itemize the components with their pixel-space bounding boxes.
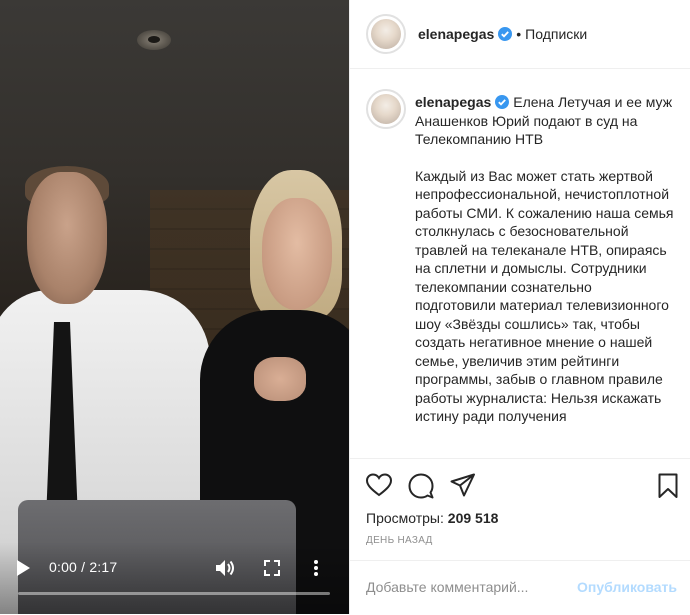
comment-button[interactable] (408, 473, 436, 501)
caption-body: Каждый из Вас может стать жертвой непроф… (415, 167, 674, 425)
more-vertical-icon (314, 560, 318, 576)
bookmark-icon (658, 473, 678, 498)
post-sidebar: elenapegas • Подписки elenapegas Елена Л… (349, 0, 690, 614)
post-header: elenapegas • Подписки (350, 0, 690, 69)
more-options-button[interactable] (303, 555, 329, 581)
post-timestamp[interactable]: ДЕНЬ НАЗАД (366, 535, 433, 546)
video-player[interactable]: 0:00 / 2:17 (0, 0, 349, 614)
following-button[interactable]: Подписки (525, 26, 587, 42)
video-controls (0, 542, 349, 614)
comment-icon (408, 473, 434, 499)
save-button[interactable] (658, 473, 686, 501)
volume-button[interactable] (212, 555, 238, 581)
video-progress-bar[interactable] (18, 592, 330, 595)
publish-button[interactable]: Опубликовать (577, 579, 677, 595)
fullscreen-button[interactable] (259, 555, 285, 581)
heart-icon (365, 473, 393, 497)
caption-username[interactable]: elenapegas (415, 94, 491, 110)
view-count[interactable]: Просмотры: 209 518 (366, 510, 498, 526)
man-head (27, 172, 107, 304)
verified-badge-icon (498, 27, 513, 41)
video-time: 0:00 / 2:17 (49, 559, 118, 575)
views-value: 209 518 (447, 510, 499, 526)
share-icon (450, 473, 475, 497)
woman-hand (254, 357, 306, 401)
share-button[interactable] (450, 473, 478, 501)
volume-icon (216, 560, 234, 576)
avatar-image (371, 19, 401, 49)
ceiling-light (137, 30, 171, 50)
woman-face (262, 198, 332, 310)
like-button[interactable] (365, 473, 394, 501)
avatar[interactable] (366, 14, 406, 54)
verified-badge-icon (495, 95, 510, 109)
play-icon (17, 560, 30, 576)
play-button[interactable] (10, 555, 36, 581)
post-actions (350, 458, 690, 499)
caption-avatar[interactable] (366, 89, 406, 129)
separator: • (516, 26, 522, 42)
header-username[interactable]: elenapegas (418, 26, 494, 42)
caption-avatar-image (371, 94, 401, 124)
views-label: Просмотры: (366, 510, 444, 526)
caption-text: elenapegas Елена Летучая и ее муж Анашен… (415, 93, 675, 426)
caption-area: elenapegas Елена Летучая и ее муж Анашен… (350, 69, 690, 457)
instagram-post: 0:00 / 2:17 elenapegas • Подписки elenap… (0, 0, 690, 614)
comment-bar: Опубликовать (350, 560, 690, 615)
comment-input[interactable] (366, 579, 586, 595)
fullscreen-icon (264, 560, 280, 576)
